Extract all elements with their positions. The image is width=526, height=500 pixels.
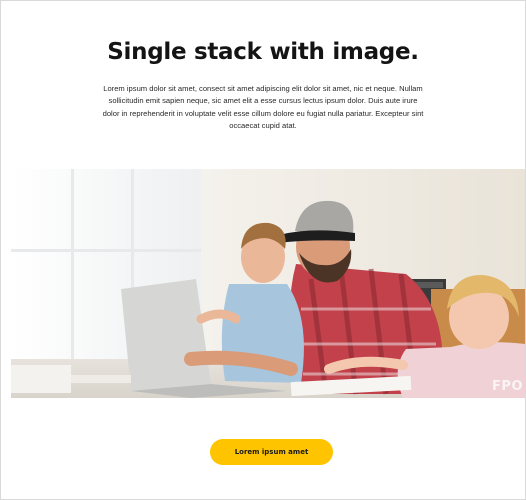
content-block: Single stack with image. Lorem ipsum dol… [0, 0, 526, 500]
hero-image: FPO [11, 169, 525, 398]
section-body-text: Lorem ipsum dolor sit amet, consect sit … [102, 84, 424, 131]
cta-button[interactable]: Lorem ipsum amet [210, 439, 333, 465]
hero-photo-illustration [11, 169, 525, 398]
section-title: Single stack with image. [107, 39, 419, 65]
fpo-watermark: FPO [492, 379, 523, 394]
